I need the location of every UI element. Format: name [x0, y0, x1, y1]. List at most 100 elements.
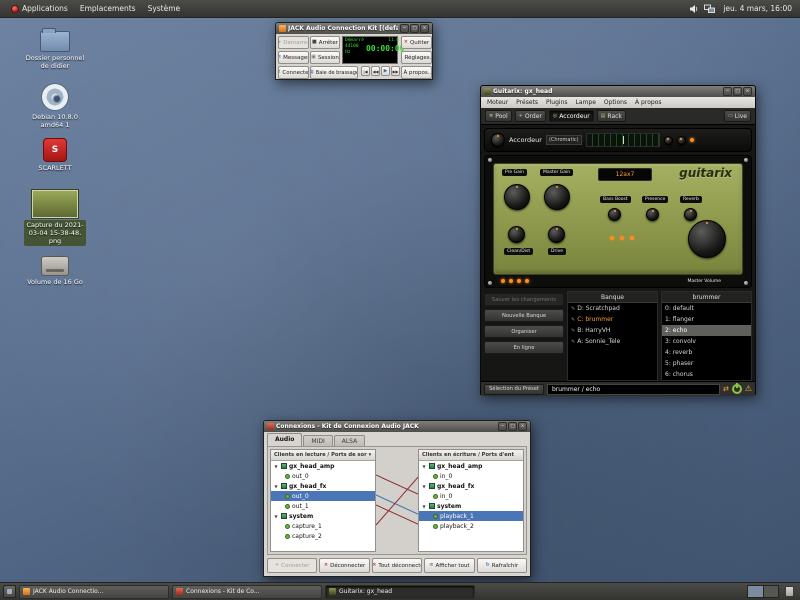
- tree-row-client[interactable]: ▼ gx_head_amp: [419, 461, 523, 471]
- preset-row-selected[interactable]: 2: echo: [662, 325, 751, 336]
- clean-dist-knob[interactable]: [508, 226, 525, 243]
- preset-row[interactable]: 4: reverb: [662, 347, 751, 358]
- tree-row-port-selected[interactable]: playback_1: [419, 511, 523, 521]
- tree-row-port[interactable]: capture_2: [271, 531, 375, 541]
- menu-presets[interactable]: Présets: [512, 99, 542, 106]
- maximize-icon[interactable]: □: [410, 24, 419, 33]
- maximize-icon[interactable]: □: [508, 422, 517, 431]
- tab-alsa[interactable]: ALSA: [334, 435, 365, 446]
- tuner-mode-select[interactable]: (Chromatic): [546, 135, 582, 145]
- jack-setup-button[interactable]: ⚙ Réglages...: [401, 51, 432, 64]
- disconnect-button[interactable]: × Déconnecter: [319, 558, 369, 573]
- preset-list-header[interactable]: brummer: [662, 292, 751, 303]
- preset-row[interactable]: 0: default: [662, 303, 751, 314]
- jack-quit-button[interactable]: × Quitter: [401, 36, 432, 49]
- menu-systeme[interactable]: Système: [142, 0, 187, 17]
- clock[interactable]: jeu. 4 mars, 16:00: [720, 4, 795, 13]
- jack-stop-button[interactable]: ■ Arrêter: [310, 36, 340, 49]
- jack-messages-button[interactable]: ≣ Messages: [278, 51, 309, 64]
- expander-icon[interactable]: ▼: [421, 464, 427, 469]
- bank-row[interactable]: ✎ D: Scratchpad: [568, 303, 657, 314]
- toolbar-rack-button[interactable]: ▤ Rack: [597, 110, 626, 122]
- transport-forward-icon[interactable]: ▶▶: [391, 66, 400, 76]
- master-gain-knob[interactable]: [544, 184, 570, 210]
- current-preset-field[interactable]: brummer / echo: [547, 384, 720, 395]
- desktop-icon-debian-cd[interactable]: Debian 10.8.0 amd64 1: [13, 83, 97, 129]
- close-icon[interactable]: ×: [743, 87, 752, 96]
- minimize-icon[interactable]: ─: [723, 87, 732, 96]
- bank-row-selected[interactable]: ✎ C: brummer: [568, 314, 657, 325]
- expander-icon[interactable]: ▼: [421, 504, 427, 509]
- organize-button[interactable]: Organiser: [484, 325, 564, 338]
- close-icon[interactable]: ×: [420, 24, 429, 33]
- tree-row-port[interactable]: out_0: [271, 471, 375, 481]
- tree-row-client[interactable]: ▼ system: [271, 511, 375, 521]
- jack-session-button[interactable]: ▣ Session: [310, 51, 340, 64]
- tube-model-select[interactable]: 12ax7: [598, 168, 652, 181]
- disconnect-all-button[interactable]: ×× Tout déconnecter: [372, 558, 422, 573]
- tuner-knob-b[interactable]: [677, 136, 686, 145]
- network-icon[interactable]: [704, 4, 715, 14]
- expander-icon[interactable]: ▼: [273, 514, 279, 519]
- tree-row-client[interactable]: ▼ gx_head_fx: [419, 481, 523, 491]
- online-button[interactable]: En ligne: [484, 341, 564, 354]
- new-bank-button[interactable]: Nouvelle Banque: [484, 309, 564, 322]
- toolbar-live-button[interactable]: ▭ Live: [724, 110, 751, 122]
- preset-row[interactable]: 3: convolv: [662, 336, 751, 347]
- bank-row[interactable]: ✎ A: Sonnie_Tele: [568, 336, 657, 347]
- toolbar-pool-button[interactable]: ≣ Pool: [485, 110, 512, 122]
- desktop-icon-volume16[interactable]: Volume de 16 Go: [13, 256, 97, 286]
- tree-row-port[interactable]: playback_2: [419, 521, 523, 531]
- transport-skip-start-icon[interactable]: |◀: [361, 66, 370, 76]
- jack-connect-button[interactable]: ⇄ Connecter: [278, 66, 309, 79]
- jack-patchbay-button[interactable]: ▦ Baie de brassage: [310, 66, 358, 79]
- tree-row-port[interactable]: in_0: [419, 471, 523, 481]
- tuner-knob-a[interactable]: [664, 136, 673, 145]
- show-all-button[interactable]: ≡ Afficher tout: [424, 558, 474, 573]
- workspace-2[interactable]: [763, 586, 778, 597]
- bass-boost-knob[interactable]: [608, 208, 621, 221]
- bank-list-header[interactable]: Banque: [568, 292, 657, 303]
- menu-lampe[interactable]: Lampe: [572, 99, 600, 106]
- power-icon[interactable]: [732, 384, 742, 394]
- drive-knob[interactable]: [548, 226, 565, 243]
- toolbar-order-button[interactable]: + Order: [515, 110, 546, 122]
- refresh-button[interactable]: ↻ Rafraîchir: [477, 558, 527, 573]
- desktop-icon-scarlett[interactable]: S SCARLETT: [13, 138, 97, 172]
- preset-row[interactable]: 1: flanger: [662, 314, 751, 325]
- tree-row-client[interactable]: ▼ gx_head_fx: [271, 481, 375, 491]
- preset-select-button[interactable]: Sélection du Préset: [484, 384, 544, 395]
- show-desktop-icon[interactable]: [3, 585, 16, 598]
- writable-clients-header[interactable]: Clients en écriture / Ports d'ent: [419, 450, 523, 461]
- jack-titlebar[interactable]: JACK Audio Connection Kit [(default)] Dé…: [276, 23, 432, 34]
- menu-options[interactable]: Options: [600, 99, 631, 106]
- expander-icon[interactable]: ▼: [273, 484, 279, 489]
- jack-start-button[interactable]: ▶ Démarrer: [278, 36, 309, 49]
- toolbar-tuner-button[interactable]: ◎ Accordeur: [549, 110, 594, 122]
- minimize-icon[interactable]: ─: [498, 422, 507, 431]
- swap-icon[interactable]: ⇄: [723, 385, 729, 393]
- maximize-icon[interactable]: □: [733, 87, 742, 96]
- task-jack[interactable]: JACK Audio Connectio...: [19, 585, 169, 599]
- menu-moteur[interactable]: Moteur: [483, 99, 512, 106]
- preset-row[interactable]: 6: chorus: [662, 369, 751, 380]
- menu-applications[interactable]: Applications: [5, 0, 74, 17]
- volume-icon[interactable]: [689, 4, 699, 14]
- save-changes-button[interactable]: Sauver les changements: [484, 293, 564, 306]
- expander-icon[interactable]: ▼: [421, 484, 427, 489]
- task-connections[interactable]: Connexions - Kit de Co...: [172, 585, 322, 599]
- menu-apropos[interactable]: À propos: [631, 99, 665, 106]
- readable-clients-header[interactable]: Clients en lecture / Ports de sor ▾: [271, 450, 375, 461]
- tree-row-client[interactable]: ▼ gx_head_amp: [271, 461, 375, 471]
- expander-icon[interactable]: ▼: [273, 464, 279, 469]
- preset-row[interactable]: 5: phaser: [662, 358, 751, 369]
- jack-about-button[interactable]: i À propos...: [401, 66, 432, 79]
- tree-row-port[interactable]: out_1: [271, 501, 375, 511]
- tree-row-port-selected[interactable]: out_0: [271, 491, 375, 501]
- transport-rewind-icon[interactable]: ◀◀: [371, 66, 380, 76]
- menu-emplacements[interactable]: Emplacements: [74, 0, 142, 17]
- menu-plugins[interactable]: Plugins: [542, 99, 572, 106]
- desktop-icon-capture[interactable]: Capture du 2021- 03-04 15-38-48. png: [13, 190, 97, 246]
- trash-icon[interactable]: [785, 586, 794, 597]
- tab-midi[interactable]: MIDI: [303, 435, 332, 446]
